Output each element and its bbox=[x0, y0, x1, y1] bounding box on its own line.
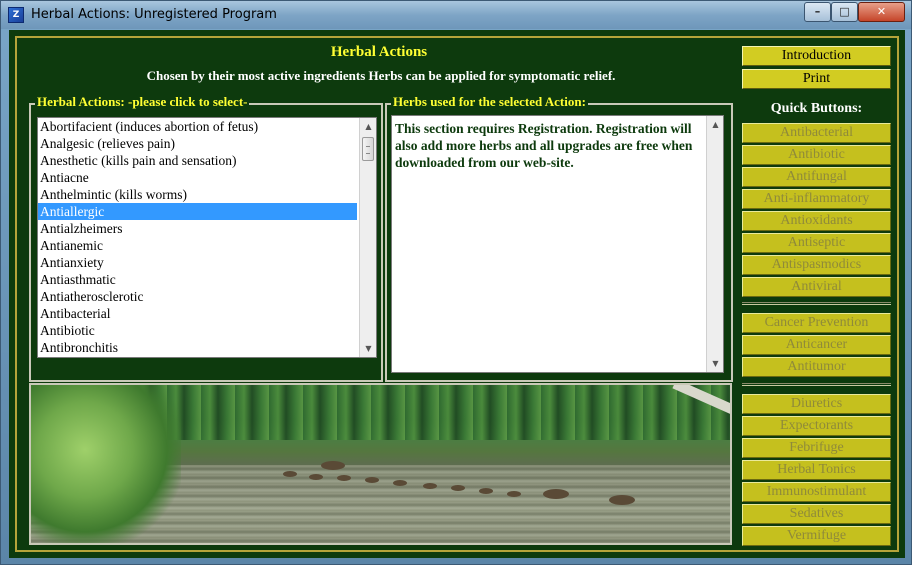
separator bbox=[742, 383, 891, 386]
quick-button-antiseptic[interactable]: Antiseptic bbox=[742, 233, 891, 253]
actions-list[interactable]: Abortifacient (induces abortion of fetus… bbox=[37, 117, 377, 358]
quick-button-anti-inflammatory[interactable]: Anti-inflammatory bbox=[742, 189, 891, 209]
scroll-down-icon[interactable]: ▼ bbox=[360, 340, 376, 357]
introduction-button[interactable]: Introduction bbox=[742, 46, 891, 66]
herbs-text-box[interactable]: This section requires Registration. Regi… bbox=[391, 115, 724, 373]
quick-buttons-label: Quick Buttons: bbox=[770, 101, 863, 116]
herbs-legend: Herbs used for the selected Action: bbox=[391, 94, 588, 110]
app-icon: Z bbox=[8, 7, 24, 23]
quick-button-antibiotic[interactable]: Antibiotic bbox=[742, 145, 891, 165]
actions-list-items: Abortifacient (induces abortion of fetus… bbox=[38, 118, 376, 356]
duck bbox=[451, 485, 465, 491]
list-item[interactable]: Antiacne bbox=[38, 169, 357, 186]
scroll-thumb[interactable] bbox=[362, 137, 374, 161]
page-title: Herbal Actions bbox=[330, 44, 428, 60]
text-scrollbar[interactable]: ▲ ▼ bbox=[706, 116, 723, 372]
quick-button-herbal-tonics[interactable]: Herbal Tonics bbox=[742, 460, 891, 480]
duck bbox=[393, 480, 407, 486]
list-item[interactable]: Abortifacient (induces abortion of fetus… bbox=[38, 118, 357, 135]
list-item[interactable]: Antibacterial bbox=[38, 305, 357, 322]
separator bbox=[742, 302, 891, 305]
quick-button-febrifuge[interactable]: Febrifuge bbox=[742, 438, 891, 458]
quick-button-antispasmodics[interactable]: Antispasmodics bbox=[742, 255, 891, 275]
print-button[interactable]: Print bbox=[742, 69, 891, 89]
duck bbox=[337, 475, 351, 481]
list-item[interactable]: Analgesic (relieves pain) bbox=[38, 135, 357, 152]
scroll-up-icon[interactable]: ▲ bbox=[360, 118, 376, 135]
duck bbox=[507, 491, 521, 497]
actions-legend: Herbal Actions: -please click to select- bbox=[35, 94, 250, 110]
quick-button-vermifuge[interactable]: Vermifuge bbox=[742, 526, 891, 546]
quick-button-anticancer[interactable]: Anticancer bbox=[742, 335, 891, 355]
list-item[interactable]: Antialzheimers bbox=[38, 220, 357, 237]
duck bbox=[609, 495, 635, 505]
list-scrollbar[interactable]: ▲ ▼ bbox=[359, 118, 376, 357]
duck bbox=[543, 489, 569, 499]
duck bbox=[309, 474, 323, 480]
text-scroll-up-icon[interactable]: ▲ bbox=[707, 116, 723, 133]
close-button[interactable]: ✕ bbox=[858, 2, 905, 22]
quick-button-expectorants[interactable]: Expectorants bbox=[742, 416, 891, 436]
window-title: Herbal Actions: Unregistered Program bbox=[31, 7, 277, 22]
app-window: Z Herbal Actions: Unregistered Program –… bbox=[0, 0, 912, 565]
quick-button-diuretics[interactable]: Diuretics bbox=[742, 394, 891, 414]
river-ducks-photo bbox=[29, 383, 732, 545]
quick-button-sedatives[interactable]: Sedatives bbox=[742, 504, 891, 524]
quick-button-antioxidants[interactable]: Antioxidants bbox=[742, 211, 891, 231]
minimize-button[interactable]: – bbox=[804, 2, 831, 22]
list-item[interactable]: Antiatherosclerotic bbox=[38, 288, 357, 305]
list-item[interactable]: Antibronchitis bbox=[38, 339, 357, 356]
duck bbox=[479, 488, 493, 494]
text-scroll-down-icon[interactable]: ▼ bbox=[707, 355, 723, 372]
duck bbox=[283, 471, 297, 477]
quick-button-antitumor[interactable]: Antitumor bbox=[742, 357, 891, 377]
maximize-button[interactable]: □ bbox=[831, 2, 858, 22]
list-item[interactable]: Antibiotic bbox=[38, 322, 357, 339]
quick-button-antibacterial[interactable]: Antibacterial bbox=[742, 123, 891, 143]
duck bbox=[365, 477, 379, 483]
duck bbox=[423, 483, 437, 489]
title-bar[interactable]: Z Herbal Actions: Unregistered Program –… bbox=[1, 1, 911, 29]
list-item[interactable]: Antianxiety bbox=[38, 254, 357, 271]
page-subtitle: Chosen by their most active ingredients … bbox=[146, 68, 616, 83]
list-item[interactable]: Anesthetic (kills pain and sensation) bbox=[38, 152, 357, 169]
list-item[interactable]: Antiallergic bbox=[38, 203, 357, 220]
list-item[interactable]: Antianemic bbox=[38, 237, 357, 254]
quick-button-immunostimulant[interactable]: Immunostimulant bbox=[742, 482, 891, 502]
photo-bush bbox=[31, 385, 181, 543]
quick-button-cancer-prevention[interactable]: Cancer Prevention bbox=[742, 313, 891, 333]
duck bbox=[321, 461, 345, 470]
quick-button-antifungal[interactable]: Antifungal bbox=[742, 167, 891, 187]
quick-button-antiviral[interactable]: Antiviral bbox=[742, 277, 891, 297]
list-item[interactable]: Antiasthmatic bbox=[38, 271, 357, 288]
herbs-text: This section requires Registration. Regi… bbox=[395, 121, 693, 170]
client-area: Herbal Actions Chosen by their most acti… bbox=[9, 30, 905, 558]
list-item[interactable]: Anthelmintic (kills worms) bbox=[38, 186, 357, 203]
